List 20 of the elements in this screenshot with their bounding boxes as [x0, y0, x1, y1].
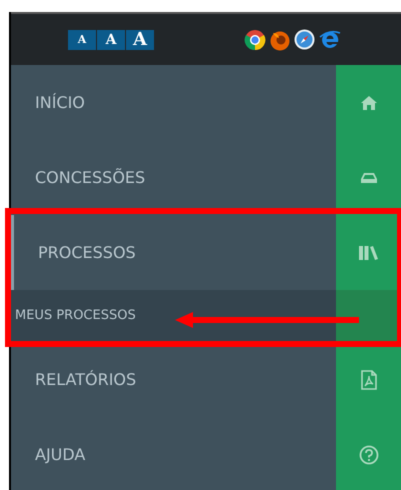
books-icon [358, 246, 378, 260]
menu-icon-tile[interactable] [336, 140, 401, 215]
font-size-button[interactable]: A [97, 30, 125, 50]
safari-icon[interactable] [294, 29, 315, 50]
menu-item[interactable]: PROCESSOS [11, 215, 336, 290]
menu-item[interactable]: INÍCIO [11, 65, 336, 140]
chrome-icon[interactable] [244, 28, 266, 50]
pdf-file-icon [360, 370, 376, 390]
menu-icon-tile[interactable] [336, 417, 401, 490]
menu-item[interactable]: AJUDA [11, 417, 336, 490]
submenu-item[interactable]: MEUS PROCESSOS [11, 290, 336, 342]
home-icon [360, 94, 378, 110]
font-size-button[interactable]: A [126, 30, 154, 50]
menu-icon-tile[interactable] [336, 65, 401, 140]
menu-item[interactable]: CONCESSÕES [11, 140, 336, 215]
inbox-icon [360, 172, 376, 184]
help-icon [358, 444, 378, 464]
internet-explorer-icon[interactable] [318, 28, 342, 50]
firefox-icon[interactable] [269, 28, 291, 50]
font-size-button[interactable]: A [68, 30, 96, 50]
